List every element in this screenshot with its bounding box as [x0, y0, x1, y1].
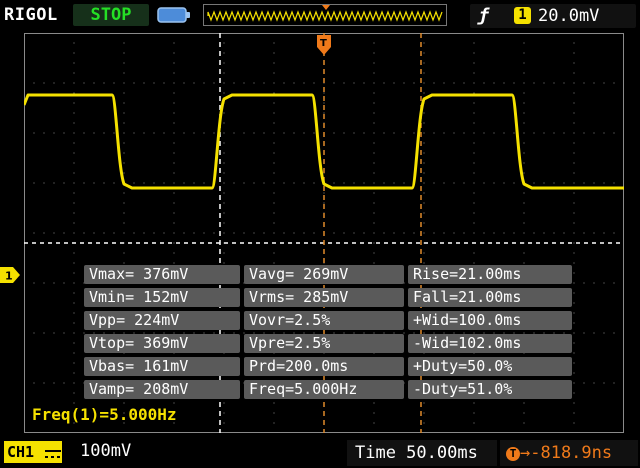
- memory-preview-trace: [207, 10, 443, 22]
- trigger-settings[interactable]: ƒ 1 20.0mV: [470, 4, 636, 28]
- measurement-value: Vmin= 152mV: [84, 288, 240, 307]
- measurement-value: +Wid=100.0ms: [408, 311, 572, 330]
- dc-coupling-icon: [45, 450, 61, 458]
- bottom-status-bar: CH1 100mV Time 50.00ms T →-818.9ns: [0, 437, 640, 468]
- trigger-marker-label: T: [320, 38, 327, 49]
- measurement-value: -Duty=51.0%: [408, 380, 572, 399]
- channel-ground-marker[interactable]: 1: [0, 267, 20, 283]
- measurement-value: Vpp= 224mV: [84, 311, 240, 330]
- top-status-bar: RIGOL STOP ƒ 1 20.0mV: [0, 0, 640, 32]
- brand-logo: RIGOL: [4, 5, 58, 25]
- measurement-value: Vmax= 376mV: [84, 265, 240, 284]
- measurement-row: Vpp= 224mV Vovr=2.5% +Wid=100.0ms: [84, 310, 572, 330]
- battery-icon: [157, 6, 191, 24]
- measurement-value: +Duty=50.0%: [408, 357, 572, 376]
- measurement-value: -Wid=102.0ms: [408, 334, 572, 353]
- trigger-position-icon: T: [506, 447, 520, 461]
- measurement-row: Vmin= 152mV Vrms= 285mV Fall=21.00ms: [84, 287, 572, 307]
- measurement-value: Vavg= 269mV: [244, 265, 404, 284]
- measurement-row: Vamp= 208mV Freq=5.000Hz -Duty=51.0%: [84, 379, 572, 399]
- memory-waveform-preview: [207, 5, 443, 22]
- vertical-scale[interactable]: 100mV: [80, 441, 131, 461]
- measurement-value: Prd=200.0ms: [244, 357, 404, 376]
- trigger-offset-value: →-818.9ns: [520, 443, 613, 463]
- trigger-source-badge: 1: [514, 7, 531, 24]
- measurement-value: Freq=5.000Hz: [244, 380, 404, 399]
- measurement-value: Rise=21.00ms: [408, 265, 572, 284]
- trigger-level: 20.0mV: [538, 6, 600, 26]
- measurement-row: Vmax= 376mV Vavg= 269mV Rise=21.00ms: [84, 264, 572, 284]
- measurement-value: Fall=21.00ms: [408, 288, 572, 307]
- measurement-row: Vbas= 161mV Prd=200.0ms +Duty=50.0%: [84, 356, 572, 376]
- timebase-readout[interactable]: Time 50.00ms: [347, 440, 497, 466]
- rising-edge-icon: ƒ: [478, 5, 489, 26]
- measurement-value: Vbas= 161mV: [84, 357, 240, 376]
- measurement-value: Vtop= 369mV: [84, 334, 240, 353]
- memory-trigger-marker: [322, 5, 330, 10]
- channel-label: CH1: [7, 443, 35, 461]
- measurement-value: Vovr=2.5%: [244, 311, 404, 330]
- run-stop-status[interactable]: STOP: [73, 4, 149, 26]
- measurement-row: Vtop= 369mV Vpre=2.5% -Wid=102.0ms: [84, 333, 572, 353]
- svg-text:1: 1: [5, 270, 13, 283]
- measurement-value: Vpre=2.5%: [244, 334, 404, 353]
- channel-1-badge[interactable]: CH1: [4, 441, 62, 463]
- trigger-offset-readout[interactable]: T →-818.9ns: [500, 440, 638, 466]
- frequency-readout: Freq(1)=5.000Hz: [32, 405, 177, 424]
- measurement-value: Vrms= 285mV: [244, 288, 404, 307]
- memory-depth-strip[interactable]: [203, 4, 447, 26]
- measurement-value: Vamp= 208mV: [84, 380, 240, 399]
- measurement-panel: Vmax= 376mV Vavg= 269mV Rise=21.00ms Vmin= …: [84, 264, 572, 402]
